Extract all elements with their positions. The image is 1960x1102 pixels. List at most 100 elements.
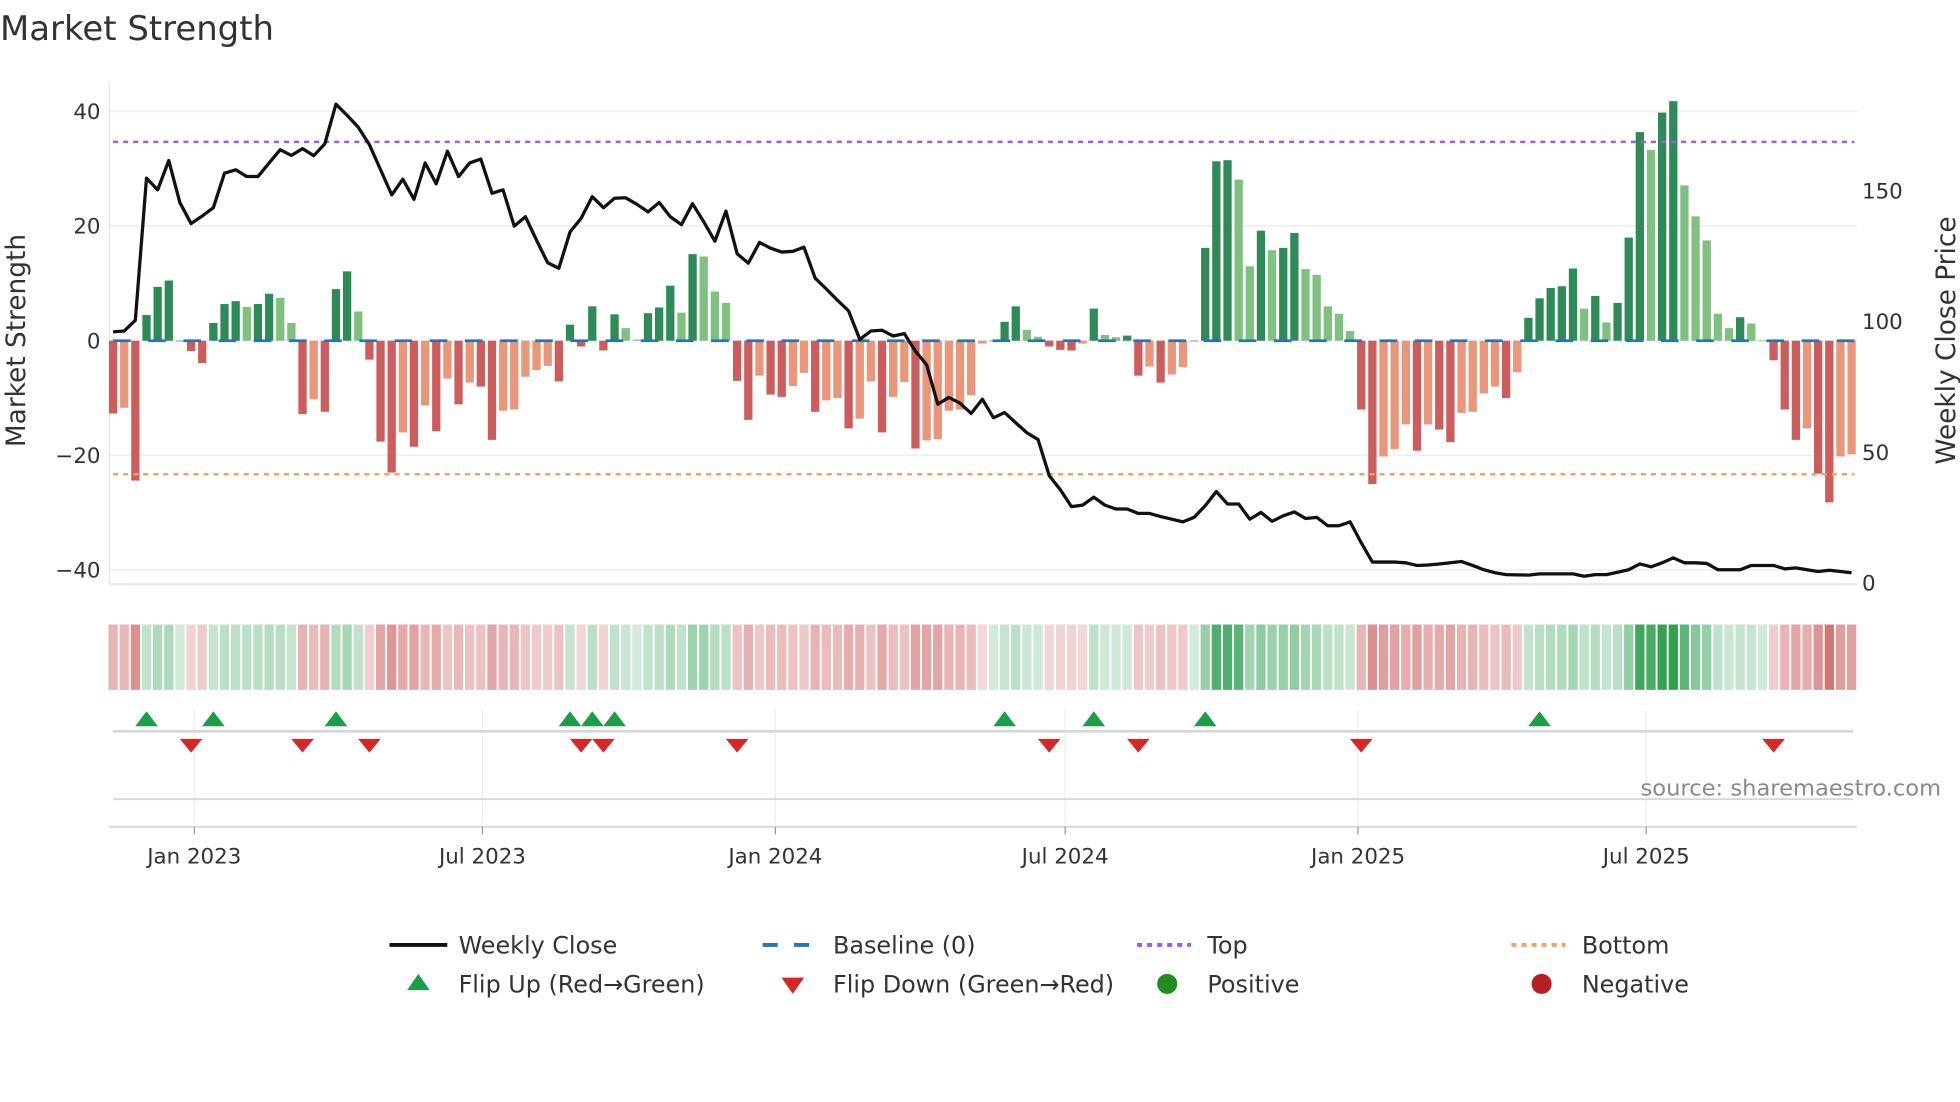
flip-down-marker (1762, 738, 1785, 753)
heat-cell (1222, 624, 1233, 690)
heat-cell (543, 624, 553, 690)
heat-cell (297, 624, 308, 690)
legend-item-flip-up[interactable]: Flip Up (Red→Green) (407, 971, 705, 999)
heat-cell (219, 624, 230, 690)
heat-cell (933, 624, 943, 690)
strength-bar (1758, 340, 1767, 341)
chart-title: Market Strength (0, 9, 274, 48)
heat-cell (1624, 624, 1634, 690)
heat-cell (1256, 624, 1266, 690)
heat-cell (621, 624, 631, 690)
heat-cell (732, 624, 742, 690)
legend-item-baseline[interactable]: Baseline (0) (762, 932, 976, 960)
heat-cell (175, 624, 185, 690)
heat-cell (420, 624, 430, 690)
strength-bar (610, 314, 619, 341)
strength-bar (120, 340, 129, 408)
heat-cell (988, 624, 999, 690)
strength-bar (1401, 340, 1410, 425)
right-tick-label: 0 (1862, 572, 1876, 597)
strength-bar (175, 340, 185, 342)
flip-up-marker (1082, 711, 1106, 727)
strength-bar (643, 313, 653, 341)
strength-bar (1245, 266, 1254, 341)
heat-cell (788, 624, 798, 690)
heat-cell (1780, 624, 1790, 690)
strength-bar (588, 306, 597, 341)
strength-bar (220, 304, 229, 341)
strength-bar (409, 340, 419, 447)
strength-bar (710, 291, 720, 341)
heat-cell (1155, 624, 1166, 690)
legend-item-bottom[interactable]: Bottom (1511, 932, 1669, 960)
strength-bar (900, 340, 909, 382)
strength-bar (877, 340, 887, 433)
strength-bar (1680, 185, 1689, 341)
right-tick-label: 150 (1862, 179, 1903, 204)
heat-cell (1323, 624, 1333, 690)
heat-cell (141, 624, 152, 690)
heat-cell (1300, 624, 1311, 690)
strength-bar (744, 340, 753, 420)
heat-cell (1735, 624, 1745, 690)
legend-item-negative[interactable]: Negative (1531, 971, 1689, 999)
legend-label: Top (1206, 932, 1247, 960)
heat-cell (665, 624, 675, 690)
heat-cell (1479, 624, 1489, 690)
heat-cell (1167, 624, 1177, 690)
heat-cell (197, 624, 207, 690)
right-axis-title: Weekly Close Price (1932, 216, 1960, 464)
heat-cell (576, 624, 586, 690)
heat-cell (275, 624, 285, 690)
strength-bar (1535, 298, 1544, 341)
heat-cell (1802, 624, 1812, 690)
heat-cell (153, 624, 163, 690)
strength-bar (1312, 274, 1321, 341)
strength-bar (131, 340, 140, 481)
heat-cell (955, 624, 965, 690)
heat-cell (977, 624, 987, 690)
strength-bar (1189, 340, 1199, 342)
strength-bar (443, 340, 452, 379)
heat-cell (1746, 624, 1756, 690)
strength-bar (811, 340, 820, 412)
legend-item-top[interactable]: Top (1137, 932, 1248, 960)
strength-bar (632, 339, 642, 341)
heat-cell (1390, 624, 1400, 690)
circle-icon (1157, 973, 1178, 994)
flip-up-marker (324, 711, 348, 727)
legend-item-weekly-close[interactable]: Weekly Close (389, 932, 617, 960)
x-tick-label: Jul 2025 (1601, 844, 1690, 869)
strength-bar (320, 340, 329, 412)
heat-cell (286, 624, 297, 690)
right-tick-label: 100 (1862, 310, 1903, 335)
strength-bar (231, 301, 240, 341)
strength-bar (1635, 132, 1645, 341)
heat-cell (1122, 624, 1132, 690)
triangle-down-icon (781, 977, 805, 994)
flip-up-marker (1193, 711, 1217, 727)
heat-cell (1635, 624, 1645, 690)
strength-bar (1468, 340, 1477, 412)
strength-bar (1501, 340, 1511, 399)
heat-cell (944, 624, 954, 690)
heat-cell (1835, 624, 1846, 690)
legend-item-flip-down[interactable]: Flip Down (Green→Red) (781, 971, 1114, 999)
x-tick-label: Jan 2025 (1309, 844, 1405, 869)
strength-bar (1479, 340, 1488, 394)
strength-bar (398, 340, 407, 433)
strength-bar (1591, 296, 1600, 341)
strength-bar (1724, 328, 1734, 341)
flip-down-marker (1349, 738, 1373, 753)
heat-cell (1713, 624, 1723, 690)
strength-bar (354, 311, 363, 341)
heat-cell (253, 624, 263, 690)
heat-cell (1412, 624, 1422, 690)
strength-bar (487, 340, 497, 440)
strength-bar (1814, 340, 1823, 474)
legend-item-positive[interactable]: Positive (1157, 971, 1299, 999)
heat-cell (821, 624, 831, 690)
strength-bar (889, 340, 898, 397)
heat-cell (765, 624, 776, 690)
heat-cell (1022, 624, 1032, 690)
